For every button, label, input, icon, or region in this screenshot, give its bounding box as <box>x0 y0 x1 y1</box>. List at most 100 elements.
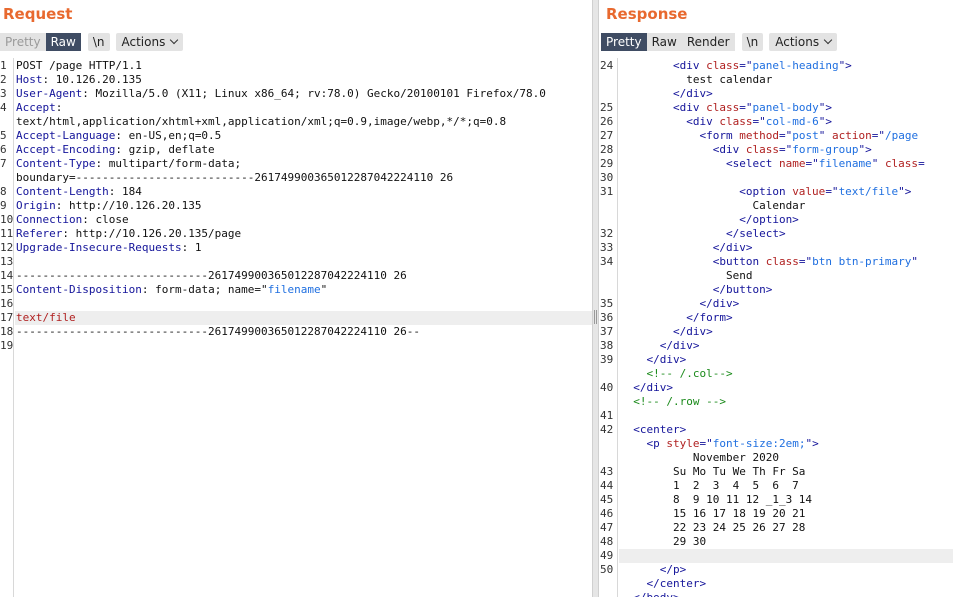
request-code-line[interactable]: Upgrade-Insecure-Requests: 1 <box>15 241 592 255</box>
response-code-line[interactable]: <button class="btn btn-primary" <box>619 255 953 269</box>
response-code-line[interactable]: 29 30 <box>619 535 953 549</box>
response-code-line[interactable]: </div> <box>619 87 953 101</box>
request-code-line[interactable]: Content-Length: 184 <box>15 185 592 199</box>
request-code-line[interactable]: -----------------------------26174990036… <box>15 325 592 339</box>
response-code-line[interactable]: 15 16 17 18 19 20 21 <box>619 507 953 521</box>
response-code-line[interactable]: test calendar <box>619 73 953 87</box>
response-code-text: 8 9 10 11 12 _1_3 14 <box>620 493 812 507</box>
response-code-token: "> <box>818 115 832 128</box>
response-code-line[interactable]: </div> <box>619 339 953 353</box>
request-code-line[interactable]: Connection: close <box>15 213 592 227</box>
response-code-token: <div <box>620 115 720 128</box>
request-code-line[interactable]: User-Agent: Mozilla/5.0 (X11; Linux x86_… <box>15 87 592 101</box>
response-code-line[interactable]: <p style="font-size:2em;"> <box>619 437 953 451</box>
request-code-token: : multipart/form-data; <box>95 157 242 170</box>
request-code-token: Accept-Language <box>16 129 116 142</box>
response-code-text: </select> <box>620 227 786 241</box>
response-code-line[interactable]: 8 9 10 11 12 _1_3 14 <box>619 493 953 507</box>
response-code-line[interactable]: </center> <box>619 577 953 591</box>
splitter-grip-icon[interactable] <box>594 310 597 324</box>
response-code-line[interactable]: Su Mo Tu We Th Fr Sa <box>619 465 953 479</box>
request-code-line[interactable] <box>15 297 592 311</box>
response-code-line[interactable]: <select name="filename" class= <box>619 157 953 171</box>
response-code-line[interactable]: November 2020 <box>619 451 953 465</box>
request-code-text: Content-Length: 184 <box>16 185 142 199</box>
response-raw-tab[interactable]: Raw <box>646 33 682 51</box>
request-code-line[interactable] <box>15 255 592 269</box>
response-code-line[interactable]: <div class="form-group"> <box>619 143 953 157</box>
response-code-line[interactable]: <form method="post" action="/page <box>619 129 953 143</box>
response-code-line[interactable]: </div> <box>619 325 953 339</box>
response-code-token: class <box>706 59 740 72</box>
response-newline-toggle[interactable]: \n <box>741 33 764 51</box>
request-code-line[interactable]: Accept: <box>15 101 592 115</box>
request-code-line[interactable]: boundary=---------------------------2617… <box>15 171 592 185</box>
response-code-line[interactable]: </form> <box>619 311 953 325</box>
response-code-line[interactable]: Send <box>619 269 953 283</box>
response-code-line[interactable] <box>619 549 953 563</box>
request-code-line[interactable]: Content-Type: multipart/form-data; <box>15 157 592 171</box>
pane-splitter[interactable] <box>592 0 599 597</box>
response-pretty-tab[interactable]: Pretty <box>601 33 647 51</box>
response-code-line[interactable]: <center> <box>619 423 953 437</box>
response-code-line[interactable]: 1 2 3 4 5 6 7 <box>619 479 953 493</box>
request-code-text: Connection: close <box>16 213 129 227</box>
response-code-line[interactable]: <div class="panel-body"> <box>619 101 953 115</box>
response-code-line[interactable] <box>619 409 953 423</box>
response-code-line[interactable]: </div> <box>619 297 953 311</box>
request-code-line[interactable]: Referer: http://10.126.20.135/page <box>15 227 592 241</box>
request-newline-toggle[interactable]: \n <box>87 33 110 51</box>
response-render-tab[interactable]: Render <box>681 33 735 51</box>
response-code-line[interactable]: </p> <box>619 563 953 577</box>
request-code-line[interactable]: -----------------------------26174990036… <box>15 269 592 283</box>
request-code-line[interactable]: Accept-Encoding: gzip, deflate <box>15 143 592 157</box>
response-code-line[interactable] <box>619 171 953 185</box>
request-code-line[interactable]: Content-Disposition: form-data; name="fi… <box>15 283 592 297</box>
request-code-token: text/html,application/xhtml+xml,applicat… <box>16 115 507 128</box>
response-code-line[interactable]: <div class="panel-heading"> <box>619 59 953 73</box>
response-code-line[interactable]: <option value="text/file"> <box>619 185 953 199</box>
response-code-token: <center> <box>620 423 687 436</box>
request-code-line[interactable]: text/html,application/xhtml+xml,applicat… <box>15 115 592 129</box>
response-code-line[interactable]: </option> <box>619 213 953 227</box>
request-code-line[interactable]: text/file <box>15 311 592 325</box>
response-code-line[interactable]: </select> <box>619 227 953 241</box>
response-code-line[interactable]: <div class="col-md-6"> <box>619 115 953 129</box>
response-code-line[interactable]: 22 23 24 25 26 27 28 <box>619 521 953 535</box>
request-code-line[interactable] <box>15 339 592 353</box>
response-line-number: 44 <box>600 479 614 492</box>
request-code-text: Host: 10.126.20.135 <box>16 73 142 87</box>
response-code-line[interactable]: </div> <box>619 381 953 395</box>
request-actions-menu[interactable]: Actions <box>115 33 184 51</box>
response-code-token: <!-- /.row --> <box>620 395 726 408</box>
request-code-line[interactable]: Host: 10.126.20.135 <box>15 73 592 87</box>
request-code-line[interactable]: POST /page HTTP/1.1 <box>15 59 592 73</box>
response-actions-menu[interactable]: Actions <box>769 33 838 51</box>
response-code-token: Calendar <box>620 199 806 212</box>
response-code-line[interactable]: </body> <box>619 591 953 597</box>
response-code-area[interactable]: <div class="panel-heading"> test calenda… <box>619 58 953 597</box>
request-raw-tab[interactable]: Raw <box>45 33 81 51</box>
request-pretty-tab[interactable]: Pretty <box>0 33 46 51</box>
response-code-line[interactable]: <!-- /.row --> <box>619 395 953 409</box>
request-code-token: Content-Disposition <box>16 283 142 296</box>
response-code-text: </option> <box>620 213 799 227</box>
request-code-line[interactable]: Origin: http://10.126.20.135 <box>15 199 592 213</box>
response-line-number: 41 <box>600 409 614 422</box>
response-line-number: 43 <box>600 465 614 478</box>
response-code-line[interactable]: </div> <box>619 241 953 255</box>
request-line-number: 18 <box>0 325 14 338</box>
response-code-line[interactable]: </div> <box>619 353 953 367</box>
request-code-area[interactable]: POST /page HTTP/1.1 Host: 10.126.20.135 Us… <box>15 58 592 597</box>
response-code-line[interactable]: </button> <box>619 283 953 297</box>
request-code-text: Accept: <box>16 101 62 115</box>
response-code-text: </body> <box>620 591 679 597</box>
response-editor[interactable]: <div class="panel-heading"> test calenda… <box>599 58 953 597</box>
response-code-line[interactable]: Calendar <box>619 199 953 213</box>
request-code-line[interactable]: Accept-Language: en-US,en;q=0.5 <box>15 129 592 143</box>
response-actions-label: Actions <box>775 35 820 49</box>
chevron-down-icon <box>823 35 833 45</box>
response-code-line[interactable]: <!-- /.col--> <box>619 367 953 381</box>
request-editor[interactable]: POST /page HTTP/1.1 Host: 10.126.20.135 Us… <box>0 58 592 597</box>
request-line-number: 19 <box>0 339 14 352</box>
